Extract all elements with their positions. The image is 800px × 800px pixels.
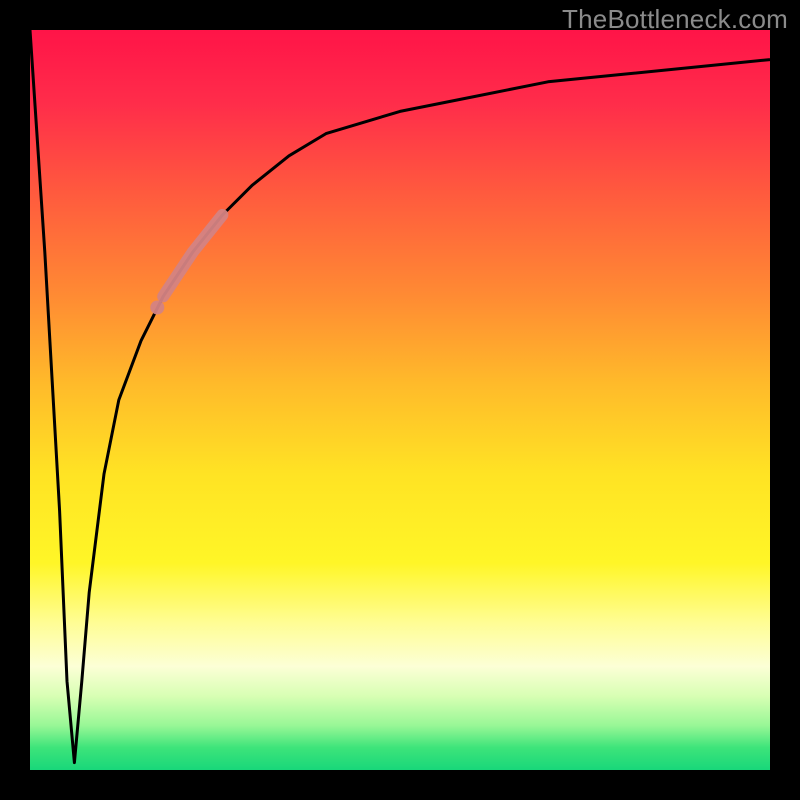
curve-svg	[30, 30, 770, 770]
plot-area	[30, 30, 770, 770]
highlight-dot	[150, 301, 164, 315]
bottleneck-curve	[30, 30, 770, 763]
highlight-segment	[163, 215, 222, 296]
chart-container: TheBottleneck.com	[0, 0, 800, 800]
